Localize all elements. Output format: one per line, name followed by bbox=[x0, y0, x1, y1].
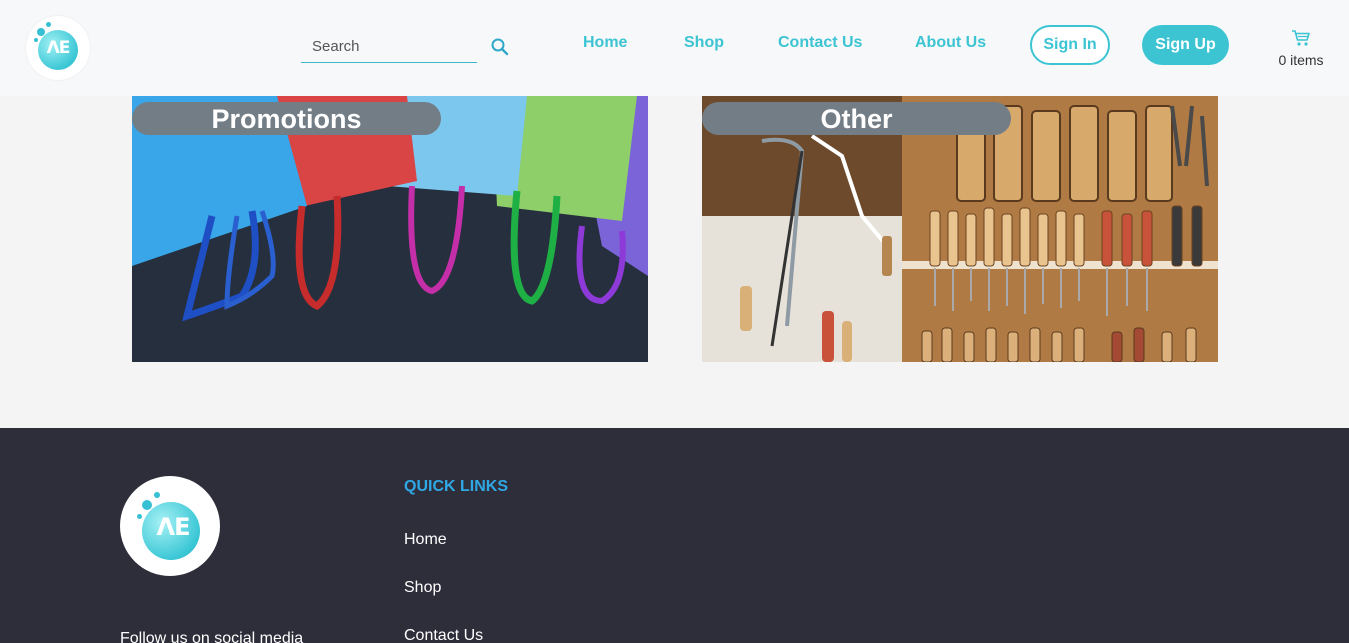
sign-in-button[interactable]: Sign In bbox=[1030, 25, 1110, 65]
category-label: Promotions bbox=[132, 102, 441, 135]
category-promotions[interactable]: Promotions bbox=[132, 96, 648, 362]
footer-logo-mark: ΛE bbox=[156, 513, 191, 541]
nav-shop[interactable]: Shop bbox=[684, 34, 724, 52]
cart-icon[interactable] bbox=[1291, 29, 1311, 47]
tools-image bbox=[702, 96, 1218, 362]
follow-text: Follow us on social media bbox=[120, 630, 304, 643]
category-other[interactable]: Other bbox=[702, 96, 1218, 362]
footer-logo[interactable]: ΛE bbox=[120, 476, 220, 576]
quick-links-title: QUICK LINKS bbox=[404, 478, 508, 495]
nav-contact-us[interactable]: Contact Us bbox=[778, 34, 862, 52]
cart-count[interactable]: 0 items bbox=[1270, 52, 1332, 68]
search-icon[interactable] bbox=[490, 37, 510, 57]
search-input[interactable] bbox=[301, 30, 477, 63]
footer-link-contact-us[interactable]: Contact Us bbox=[404, 627, 483, 643]
nav-home[interactable]: Home bbox=[583, 34, 627, 52]
footer-link-shop[interactable]: Shop bbox=[404, 579, 441, 597]
promotions-image bbox=[132, 96, 648, 362]
site-footer: ΛE Follow us on social media QUICK LINKS… bbox=[0, 428, 1349, 643]
site-logo[interactable]: ΛE bbox=[26, 16, 90, 80]
sign-up-button[interactable]: Sign Up bbox=[1142, 25, 1229, 65]
site-header: ΛE Home Shop Contact Us About Us Sign In… bbox=[0, 0, 1349, 96]
category-label: Other bbox=[702, 102, 1011, 135]
logo-mark: ΛE bbox=[46, 38, 71, 58]
nav-about-us[interactable]: About Us bbox=[915, 34, 986, 52]
footer-link-home[interactable]: Home bbox=[404, 531, 447, 549]
